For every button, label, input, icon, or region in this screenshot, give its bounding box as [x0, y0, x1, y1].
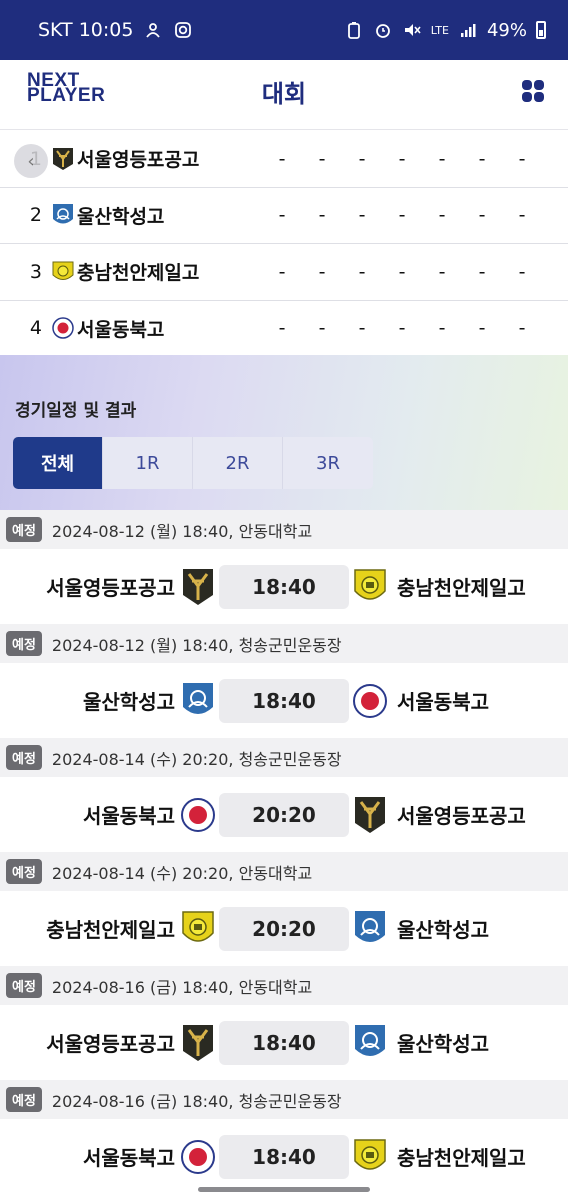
status-badge: 예정: [6, 973, 42, 998]
dongbuk-emblem-icon: [181, 798, 215, 832]
gesture-bar[interactable]: [198, 1187, 370, 1192]
match-row[interactable]: 서울동북고 18:40 충남천안제일고: [0, 1119, 568, 1194]
match-row[interactable]: 충남천안제일고 20:20 울산학성고: [0, 891, 568, 966]
match-row[interactable]: 서울영등포공고 18:40 충남천안제일고: [0, 549, 568, 624]
match-info: 2024-08-14 (수) 20:20, 청송군민운동장: [51, 749, 342, 769]
away-team-name: 충남천안제일고: [397, 576, 526, 600]
tab-3r[interactable]: 3R: [283, 437, 373, 489]
cheonan-emblem-icon: [354, 569, 386, 600]
match-header: 예정 2024-08-14 (수) 20:20, 안동대학교: [0, 852, 568, 891]
home-team-name: 충남천안제일고: [46, 918, 175, 942]
hakseong-emblem-icon: [355, 1025, 385, 1056]
hakseong-emblem-icon: [355, 911, 385, 942]
match-time: 18:40: [219, 1021, 349, 1065]
standings-row: 1 서울영등포공고 -------: [0, 131, 568, 188]
app-header: NEXT PLAYER 대회: [0, 60, 568, 130]
dongbuk-emblem-icon: [181, 1140, 215, 1174]
status-bar: SKT 10:05 LTE 49%: [0, 0, 568, 60]
status-badge: 예정: [6, 517, 42, 542]
battery-percent: 49%: [486, 19, 527, 41]
stats: -------: [278, 204, 526, 227]
yeongdeungpo-emblem-icon: [183, 1025, 213, 1061]
chevron-left-icon: ‹: [27, 150, 35, 172]
match-header: 예정 2024-08-12 (월) 18:40, 안동대학교: [0, 510, 568, 549]
away-team-name: 서울동북고: [397, 690, 489, 714]
signal-icon: [458, 20, 478, 40]
team-name: 서울영등포공고: [77, 149, 200, 172]
status-badge: 예정: [6, 1087, 42, 1112]
yeongdeungpo-emblem-icon: [183, 569, 213, 605]
match-info: 2024-08-12 (월) 18:40, 청송군민운동장: [51, 635, 342, 655]
menu-grid-icon[interactable]: [522, 80, 544, 102]
stats: -------: [278, 317, 526, 340]
status-badge: 예정: [6, 631, 42, 656]
status-badge: 예정: [6, 859, 42, 884]
match-info: 2024-08-12 (월) 18:40, 안동대학교: [51, 521, 313, 541]
dongbuk-emblem-icon: [52, 317, 74, 339]
match-header: 예정 2024-08-16 (금) 18:40, 청송군민운동장: [0, 1080, 568, 1119]
hakseong-emblem-icon: [53, 204, 73, 224]
match-time: 18:40: [219, 679, 349, 723]
away-team-name: 울산학성고: [397, 918, 489, 942]
away-team-name: 울산학성고: [397, 1032, 489, 1056]
standings-row: 3 충남천안제일고 -------: [0, 244, 568, 301]
home-team-name: 서울영등포공고: [46, 1032, 175, 1056]
home-team-name: 서울영등포공고: [46, 576, 175, 600]
round-tabs: 전체 1R 2R 3R: [13, 437, 373, 489]
tab-1r[interactable]: 1R: [103, 437, 193, 489]
standings-row: 4 서울동북고 -------: [0, 300, 568, 357]
scroll-left-button[interactable]: ‹: [14, 144, 48, 178]
match-row[interactable]: 서울동북고 20:20 서울영등포공고: [0, 777, 568, 852]
page-title: 대회: [261, 80, 307, 108]
rank: 4: [29, 317, 42, 340]
match-info: 2024-08-16 (금) 18:40, 청송군민운동장: [51, 1091, 342, 1111]
match-row[interactable]: 울산학성고 18:40 서울동북고: [0, 663, 568, 738]
network-type: LTE: [430, 23, 449, 37]
team-name: 충남천안제일고: [77, 262, 200, 285]
match-row[interactable]: 서울영등포공고 18:40 울산학성고: [0, 1005, 568, 1080]
match-time: 20:20: [219, 793, 349, 837]
standings-table: 1 서울영등포공고 ------- 2 울산학성고 ------- 3 충남천안…: [0, 131, 568, 357]
status-badge: 예정: [6, 745, 42, 770]
team-name: 서울동북고: [77, 318, 165, 341]
match-time: 18:40: [219, 1135, 349, 1179]
schedule-title: 경기일정 및 결과: [15, 401, 137, 421]
stats: -------: [278, 260, 526, 283]
team-name: 울산학성고: [77, 205, 165, 228]
home-team-name: 울산학성고: [83, 690, 175, 714]
home-team-name: 서울동북고: [83, 804, 175, 828]
match-header: 예정 2024-08-16 (금) 18:40, 안동대학교: [0, 966, 568, 1005]
cheonan-emblem-icon: [354, 1139, 386, 1170]
mute-icon: [402, 20, 422, 40]
cheonan-emblem-icon: [52, 261, 74, 280]
alarm-icon: [373, 20, 393, 40]
notification-icon: [143, 20, 163, 40]
match-list: 예정 2024-08-12 (월) 18:40, 안동대학교서울영등포공고 18:4…: [0, 510, 568, 1194]
match-time: 20:20: [219, 907, 349, 951]
home-team-name: 서울동북고: [83, 1146, 175, 1170]
away-team-name: 충남천안제일고: [397, 1146, 526, 1170]
match-header: 예정 2024-08-12 (월) 18:40, 청송군민운동장: [0, 624, 568, 663]
rank: 3: [29, 260, 42, 283]
carrier-time: SKT 10:05: [38, 19, 134, 41]
yeongdeungpo-emblem-icon: [355, 797, 385, 833]
stats: -------: [278, 147, 526, 170]
yeongdeungpo-emblem-icon: [53, 147, 73, 170]
hakseong-emblem-icon: [183, 683, 213, 714]
tab-all[interactable]: 전체: [13, 437, 103, 489]
cheonan-emblem-icon: [182, 911, 214, 942]
match-info: 2024-08-16 (금) 18:40, 안동대학교: [51, 977, 313, 997]
match-info: 2024-08-14 (수) 20:20, 안동대학교: [51, 863, 313, 883]
rank: 2: [29, 204, 42, 227]
match-time: 18:40: [219, 565, 349, 609]
schedule-section: 경기일정 및 결과 전체 1R 2R 3R: [0, 355, 568, 510]
battery-icon: [536, 21, 546, 39]
dongbuk-emblem-icon: [353, 684, 387, 718]
away-team-name: 서울영등포공고: [397, 804, 526, 828]
standings-row: 2 울산학성고 -------: [0, 187, 568, 244]
instagram-icon: [173, 20, 193, 40]
tab-2r[interactable]: 2R: [193, 437, 283, 489]
match-header: 예정 2024-08-14 (수) 20:20, 청송군민운동장: [0, 738, 568, 777]
battery-saver-icon: [344, 20, 364, 40]
